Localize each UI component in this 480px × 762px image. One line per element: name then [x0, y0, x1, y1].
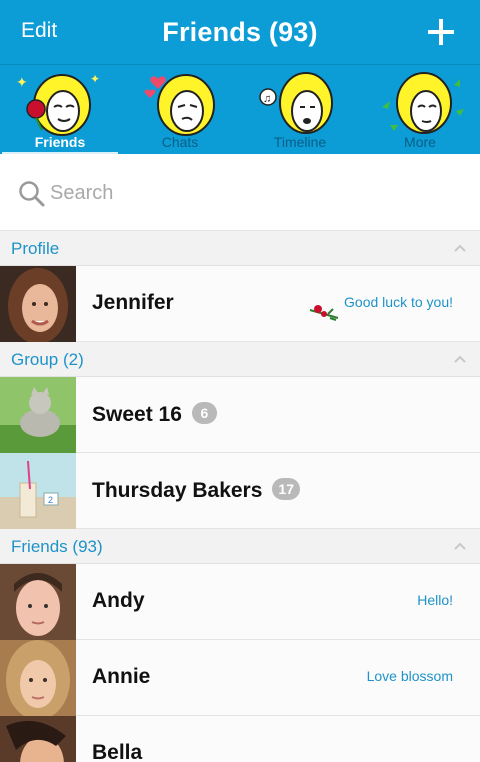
page-title: Friends (93) [162, 16, 318, 47]
svg-text:2: 2 [48, 495, 53, 505]
avatar [0, 716, 76, 762]
section-header-profile[interactable]: Profile [0, 231, 480, 266]
search-bar[interactable] [0, 154, 480, 231]
tab-bar: ✦ ✦ Friends Chats ♫ Timeline More [0, 64, 480, 155]
edit-button[interactable]: Edit [21, 19, 57, 43]
avatar [0, 266, 76, 342]
avatar: 2 [0, 453, 76, 529]
chevron-up-icon[interactable] [454, 244, 466, 252]
avatar [0, 640, 76, 716]
section-title: Profile [11, 239, 60, 258]
plus-icon[interactable] [428, 19, 454, 45]
member-count-badge: 6 [191, 402, 217, 424]
tab-label: More [404, 134, 436, 150]
svg-text:♫: ♫ [263, 93, 271, 105]
more-sticker-icon [382, 72, 464, 134]
svg-text:✦: ✦ [90, 72, 100, 86]
search-icon [19, 181, 45, 207]
status-message: Love blossom [366, 668, 453, 684]
timeline-sticker-icon: ♫ [259, 72, 333, 134]
rose-sticker-icon [309, 305, 339, 321]
avatar [0, 377, 76, 453]
group-name: Thursday Bakers 17 [92, 478, 300, 503]
contact-name: Jennifer [92, 291, 174, 314]
tab-timeline[interactable]: ♫ Timeline [240, 65, 360, 155]
svg-text:✦: ✦ [16, 74, 28, 90]
section-title: Group (2) [11, 350, 84, 369]
top-bar: Edit Friends (93) [0, 0, 480, 64]
search-input[interactable] [50, 176, 450, 210]
list-item-friend[interactable]: Bella [0, 716, 480, 762]
section-header-friends[interactable]: Friends (93) [0, 529, 480, 564]
list-item-group[interactable]: Sweet 16 6 [0, 377, 480, 453]
chevron-up-icon[interactable] [454, 542, 466, 550]
section-title: Friends (93) [11, 537, 103, 556]
list-item-friend[interactable]: Andy Hello! [0, 564, 480, 640]
group-name: Sweet 16 6 [92, 402, 217, 427]
contact-name: Annie [92, 665, 151, 688]
list-item-profile[interactable]: Jennifer Good luck to you! [0, 266, 480, 342]
tab-label: Chats [161, 134, 199, 150]
list-item-group[interactable]: 2 Thursday Bakers 17 [0, 453, 480, 529]
status-message: Good luck to you! [344, 294, 453, 310]
friends-sticker-icon: ✦ ✦ [16, 72, 100, 136]
status-message: Hello! [417, 592, 453, 608]
tab-label: Friends [34, 134, 86, 150]
list-item-friend[interactable]: Annie Love blossom [0, 640, 480, 716]
contact-name: Bella [92, 741, 143, 762]
tab-more[interactable]: More [360, 65, 480, 155]
tab-label: Timeline [273, 134, 327, 150]
tab-chats[interactable]: Chats [120, 65, 240, 155]
chevron-up-icon[interactable] [454, 355, 466, 363]
avatar [0, 564, 76, 640]
contact-name: Andy [92, 589, 145, 612]
chats-sticker-icon [144, 74, 215, 136]
tab-friends[interactable]: ✦ ✦ Friends [0, 65, 120, 155]
section-header-group[interactable]: Group (2) [0, 342, 480, 377]
member-count-badge: 17 [272, 478, 300, 500]
